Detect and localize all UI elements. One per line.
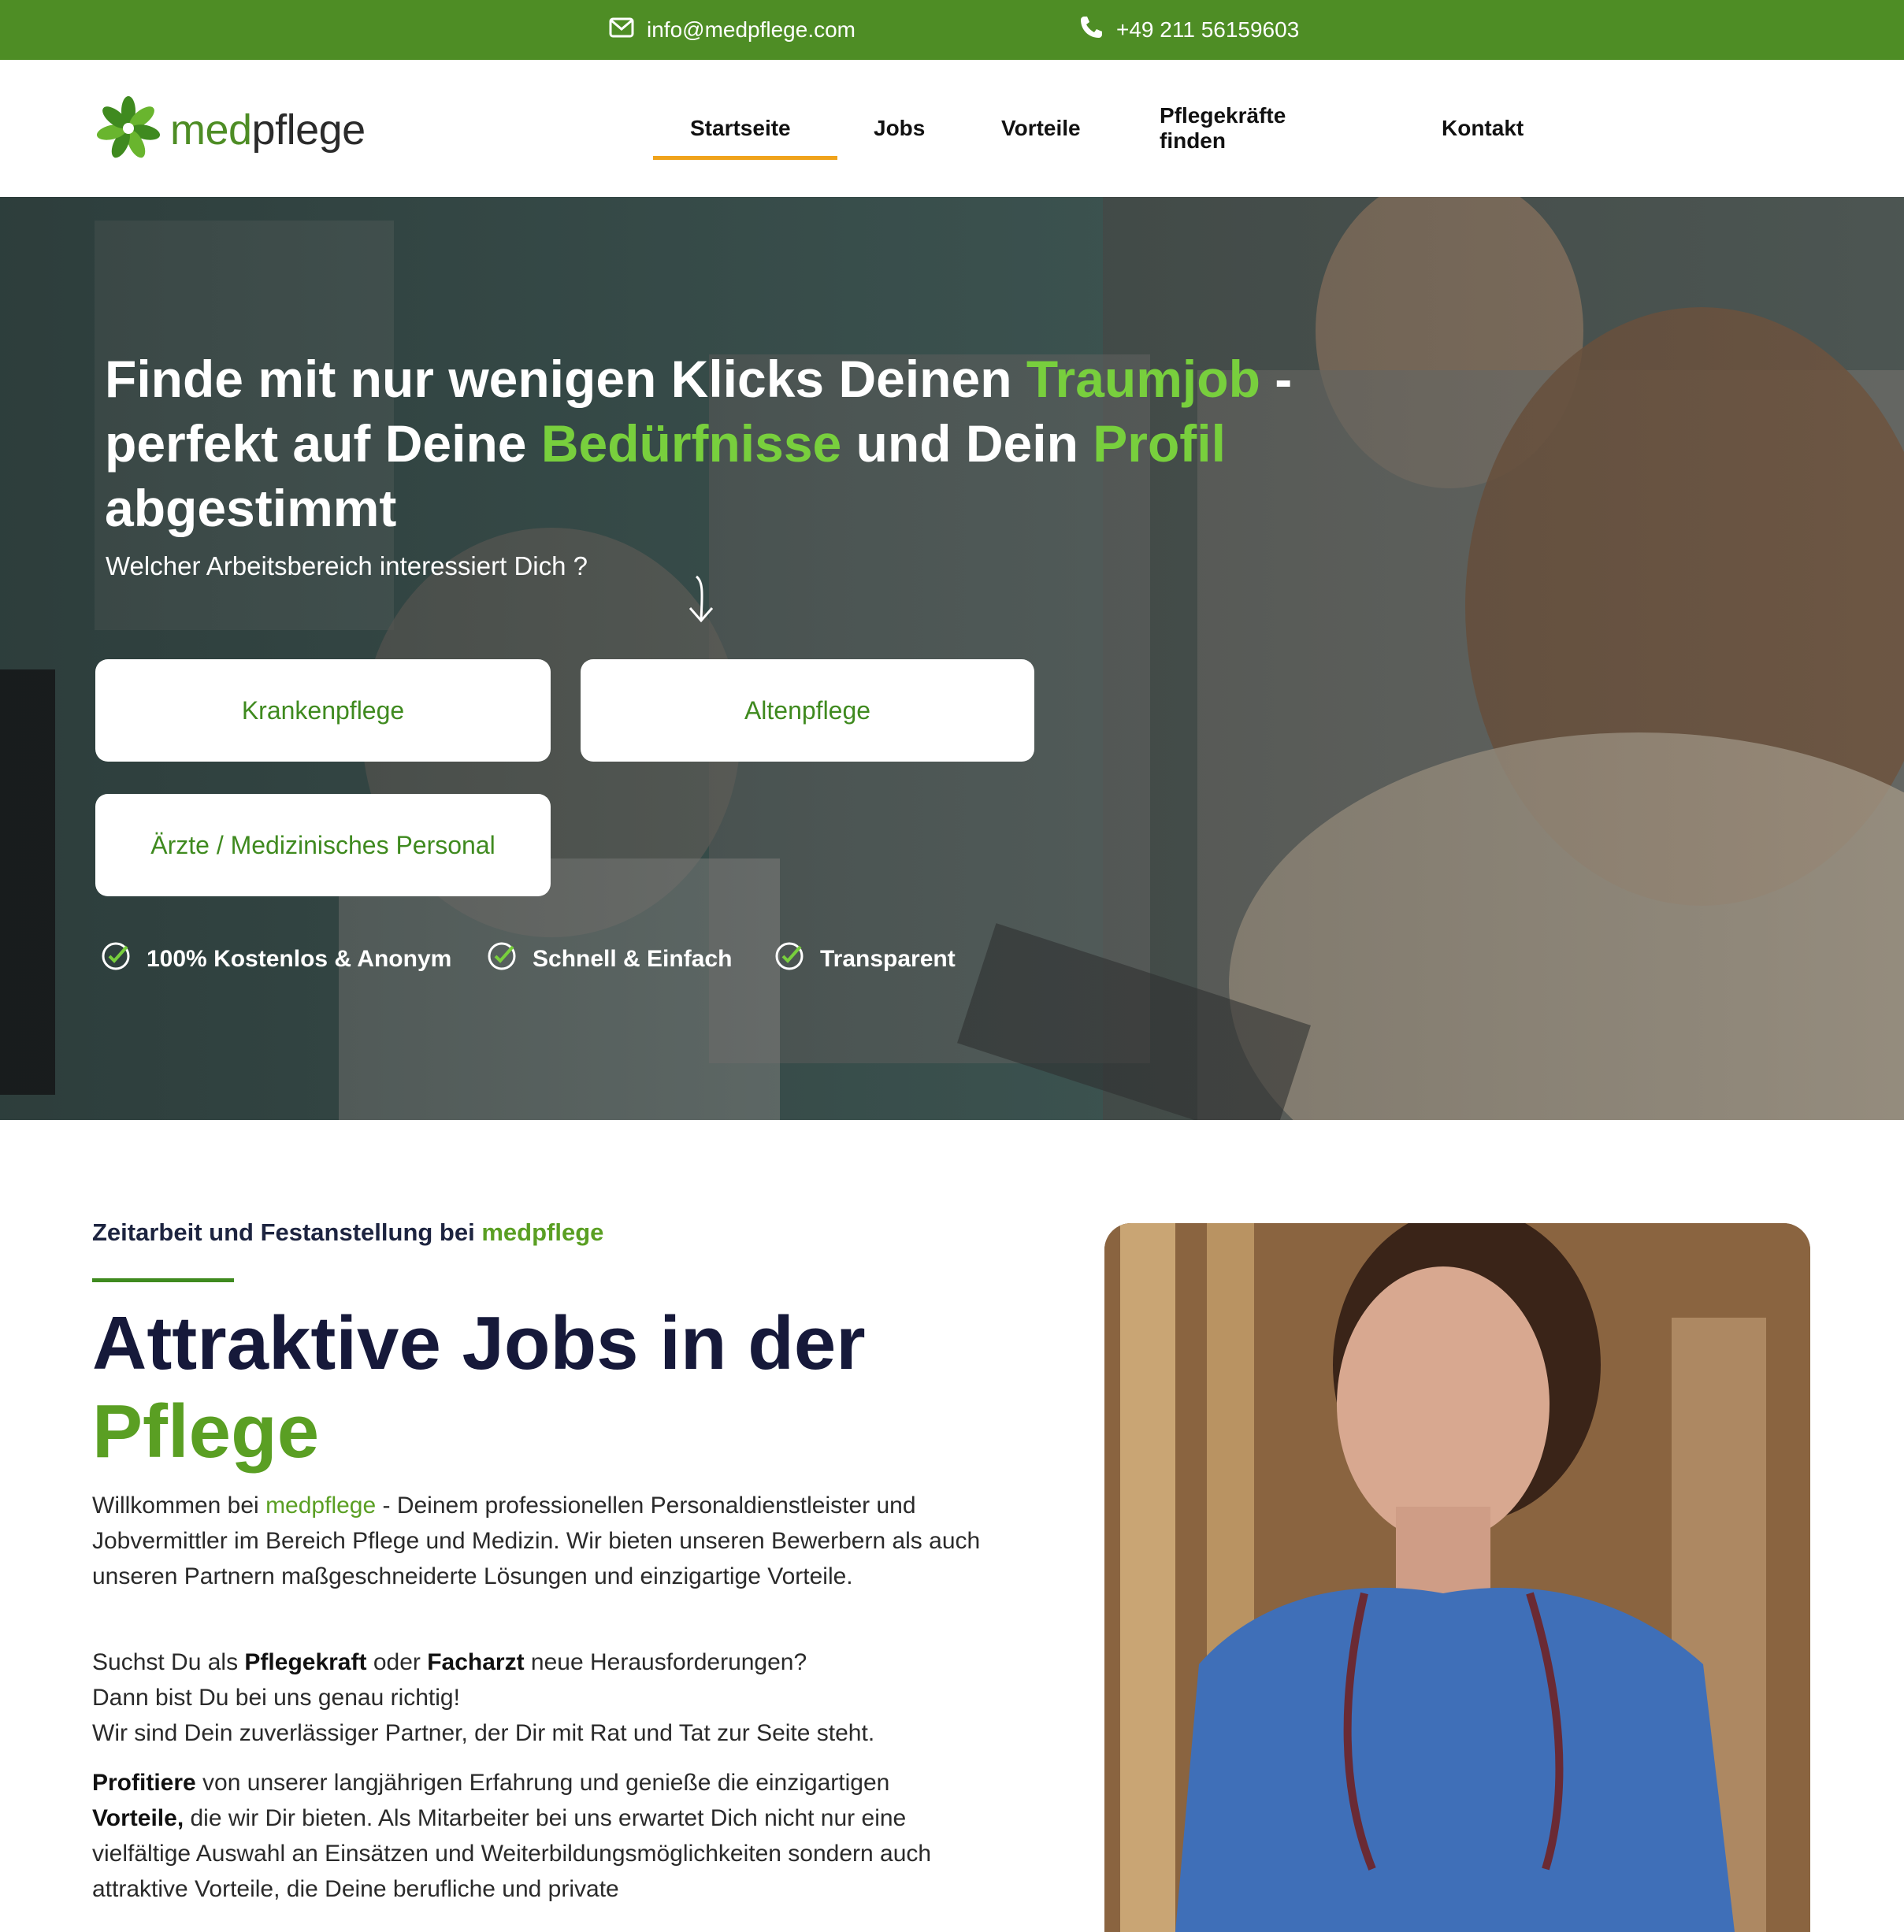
nav-kontakt[interactable]: Kontakt [1442,60,1524,197]
logo[interactable]: medpflege [95,95,366,165]
question-paragraph: Suchst Du als Pflegekraft oder Facharzt … [92,1649,875,1746]
nav-jobs[interactable]: Jobs [874,60,925,197]
email-link[interactable]: info@medpflege.com [609,0,856,60]
category-altenpflege-button[interactable]: Altenpflege [581,659,1034,762]
check-circle-icon [487,941,533,977]
hero-subtitle: Welcher Arbeitsbereich interessiert Dich… [106,551,588,580]
feature-transparent: Transparent [774,940,956,979]
intro-paragraph: Willkommen bei medpflege - Deinem profes… [92,1493,981,1589]
eyebrow-divider [92,1278,234,1282]
phone-link[interactable]: +49 211 56159603 [1078,0,1299,60]
category-aerzte-button[interactable]: Ärzte / Medizinisches Personal [95,794,551,896]
feature-kostenlos: 100% Kostenlos & Anonym [101,940,451,979]
phone-icon [1078,15,1116,46]
site-header: medpflege Startseite Jobs Vorteile Pfleg… [0,60,1904,197]
hero-section: Finde mit nur wenigen Klicks Deinen Trau… [0,197,1904,1120]
top-contact-bar: info@medpflege.com +49 211 56159603 [0,0,1904,60]
email-text: info@medpflege.com [647,17,856,42]
nurse-photo [1104,1223,1810,1932]
logo-text: medpflege [170,106,366,154]
nav-startseite[interactable]: Startseite [690,60,791,197]
section-eyebrow: Zeitarbeit und Festanstellung bei medpfl… [92,1218,604,1246]
check-circle-icon [774,941,820,977]
mail-icon [609,17,647,43]
logo-flower-icon [95,95,162,166]
feature-schnell: Schnell & Einfach [487,940,732,979]
category-krankenpflege-button[interactable]: Krankenpflege [95,659,551,762]
nav-active-indicator [653,156,837,160]
arrow-down-icon [682,573,722,628]
benefits-paragraph: Profitiere von unserer langjährigen Erfa… [92,1770,932,1902]
nav-pflegekraefte-finden[interactable]: Pflegekräfte finden [1160,60,1286,197]
hero-headline: Finde mit nur wenigen Klicks Deinen Trau… [105,350,1293,537]
hero-overlay [0,197,1904,1120]
section-title: Attraktive Jobs in der Pflege [92,1301,866,1474]
nav-vorteile[interactable]: Vorteile [1001,60,1081,197]
check-circle-icon [101,941,147,977]
phone-text: +49 211 56159603 [1116,17,1300,42]
